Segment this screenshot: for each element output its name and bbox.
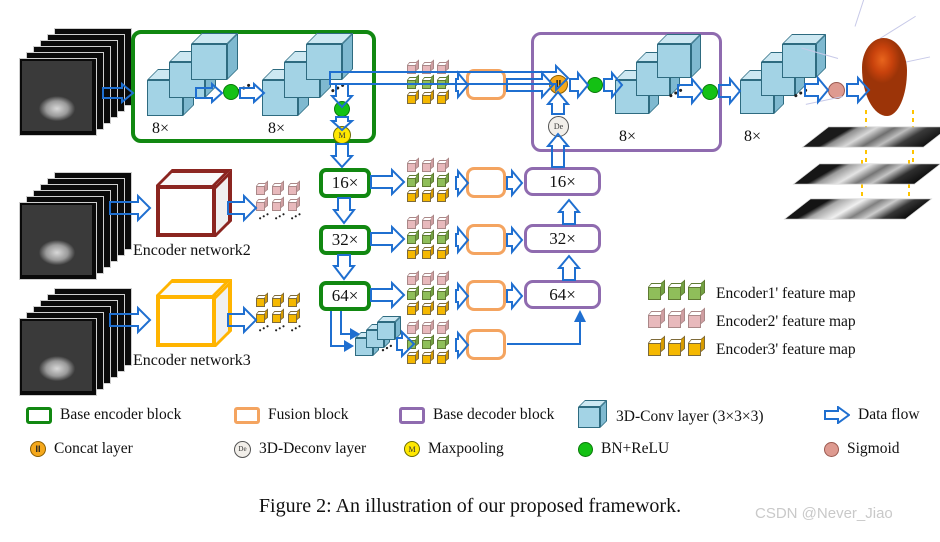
fused-feature-maps xyxy=(407,319,457,370)
ray xyxy=(854,0,866,27)
bn-relu-node xyxy=(334,101,350,117)
deconv-icon-label: De xyxy=(238,445,247,453)
input-volume-3 xyxy=(14,288,134,398)
decoder-scale-label: 64× xyxy=(549,284,576,304)
decoder-scale-block-32x: 32× xyxy=(524,224,601,253)
ray xyxy=(879,15,916,39)
input-volume-2 xyxy=(14,172,134,282)
deconv-node: De xyxy=(548,116,569,137)
legend-label: Maxpooling xyxy=(428,440,504,457)
legend-label: Base encoder block xyxy=(60,406,182,423)
legend: Base encoder block Fusion block Base dec… xyxy=(0,392,940,472)
fusion-block-3 xyxy=(466,280,506,311)
encoder2-feature-maps: ••• ••• ••• xyxy=(256,180,314,223)
feature-legend-label: Encoder1' feature map xyxy=(716,285,856,302)
fusion-block-2 xyxy=(466,224,506,255)
legend-item-concat-layer: II Concat layer xyxy=(30,440,133,458)
legend-item-bn-relu: BN+ReLU xyxy=(578,440,669,458)
decoder-scale-block-16x: 16× xyxy=(524,167,601,196)
legend-item-sigmoid: Sigmoid xyxy=(824,440,900,458)
bn-relu-node xyxy=(223,84,239,100)
result-slice xyxy=(801,126,940,148)
legend-item-data-flow: Data flow xyxy=(824,406,920,424)
encoder-network2-label: Encoder network2 xyxy=(133,242,251,259)
decoder-stage1-count: 8× xyxy=(619,128,637,145)
arrow-right-icon xyxy=(824,406,850,424)
green-circle-icon xyxy=(578,441,593,457)
legend-label: Fusion block xyxy=(268,406,349,423)
encoder-scale-label: 64× xyxy=(331,286,359,305)
bn-relu-node xyxy=(702,84,718,100)
maxpool-node: M xyxy=(333,126,351,144)
purple-square-icon xyxy=(399,406,425,424)
orange-circle-icon: II xyxy=(30,441,46,457)
legend-label: Concat layer xyxy=(54,440,133,457)
maxpool-label: M xyxy=(338,130,346,140)
fusion-block-1 xyxy=(466,167,506,198)
fused-feature-maps xyxy=(407,270,457,321)
encoder-stage2-count: 8× xyxy=(268,120,286,137)
legend-label: 3D-Deconv layer xyxy=(259,440,367,457)
fusion-block-4 xyxy=(466,329,506,360)
encoder-scale-block-32x: 32× xyxy=(319,225,371,255)
fused-feature-maps xyxy=(407,59,457,110)
blue-cube-icon xyxy=(578,400,608,428)
encoder3-feature-maps: ••• ••• ••• xyxy=(256,292,314,335)
feature-legend-label: Encoder2' feature map xyxy=(716,313,856,330)
encoder-stage1-count: 8× xyxy=(152,120,170,137)
encoder-scale-block-16x: 16× xyxy=(319,168,371,198)
grey-circle-icon: De xyxy=(234,440,251,458)
figure-canvas: ••• 8× ••• 8× M Encoder network2 Encoder… xyxy=(0,0,940,542)
legend-item-maxpooling: M Maxpooling xyxy=(404,440,504,458)
concat-node: II xyxy=(549,75,568,94)
legend-label: Data flow xyxy=(858,406,920,423)
legend-label: 3D-Conv layer (3×3×3) xyxy=(616,408,764,425)
concat-icon-label: II xyxy=(35,444,41,454)
encoder-network3-label: Encoder network3 xyxy=(133,352,251,369)
legend-item-fusion-block: Fusion block xyxy=(234,406,349,424)
decoder-scale-label: 16× xyxy=(549,171,576,191)
result-slice xyxy=(783,198,933,220)
fusion-block-0 xyxy=(466,69,506,100)
result-slice xyxy=(792,163,940,185)
legend-label: Sigmoid xyxy=(847,440,900,457)
legend-label: BN+ReLU xyxy=(601,440,670,457)
encoder-scale-block-64x: 64× xyxy=(319,281,371,311)
feature-map-legend: Encoder1' feature map Encoder2' feature … xyxy=(648,279,938,358)
deconv-label: De xyxy=(553,122,564,131)
legend-item-base-encoder-block: Base encoder block xyxy=(26,406,181,424)
bn-relu-node xyxy=(587,77,603,93)
encoder-scale-label: 32× xyxy=(331,230,359,249)
decoder-stage2-count: 8× xyxy=(744,128,762,145)
ray xyxy=(805,96,844,105)
tumor-3d-render xyxy=(862,38,907,116)
decoder-scale-block-64x: 64× xyxy=(524,280,601,309)
input-volume-1 xyxy=(14,28,134,138)
legend-item-conv-layer: 3D-Conv layer (3×3×3) xyxy=(578,400,763,428)
fused-feature-maps xyxy=(407,214,457,265)
green-square-icon xyxy=(26,406,52,424)
maxpool-icon-label: M xyxy=(408,444,416,454)
legend-item-base-decoder-block: Base decoder block xyxy=(399,406,554,424)
concat-label: II xyxy=(555,79,562,90)
feature-legend-label: Encoder3' feature map xyxy=(716,341,856,358)
orange-square-icon xyxy=(234,406,260,424)
legend-label: Base decoder block xyxy=(433,406,555,423)
legend-item-deconv-layer: De 3D-Deconv layer xyxy=(234,440,366,458)
pink-circle-icon xyxy=(824,441,839,457)
watermark: CSDN @Never_Jiao xyxy=(755,505,893,522)
yellow-circle-icon: M xyxy=(404,441,420,457)
decoder-scale-label: 32× xyxy=(549,228,576,248)
encoder-scale-label: 16× xyxy=(331,173,359,192)
fused-feature-maps xyxy=(407,157,457,208)
